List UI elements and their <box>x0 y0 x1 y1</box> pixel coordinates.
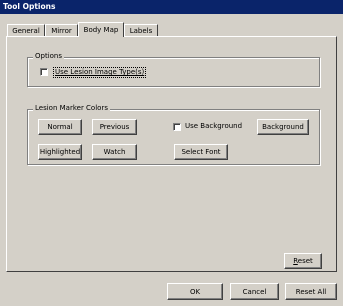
cancel-button[interactable]: Cancel <box>230 283 279 300</box>
lesion-marker-colors-label: Lesion Marker Colors <box>33 104 110 112</box>
reset-all-button[interactable]: Reset All <box>285 283 337 300</box>
reset-button[interactable]: Reset <box>284 253 322 269</box>
use-background-label[interactable]: Use Background <box>185 122 242 131</box>
use-lesion-image-types-checkbox[interactable] <box>40 68 48 76</box>
previous-button[interactable]: Previous <box>92 119 137 135</box>
use-background-checkbox[interactable] <box>173 123 181 131</box>
highlighted-button[interactable]: Highlighted <box>38 144 82 160</box>
select-font-button[interactable]: Select Font <box>174 144 228 160</box>
watch-button[interactable]: Watch <box>92 144 137 160</box>
reset-button-label: Reset <box>293 257 313 265</box>
ok-button[interactable]: OK <box>167 283 223 300</box>
window-title: Tool Options <box>0 0 343 14</box>
tab-body-map[interactable]: Body Map <box>78 22 124 37</box>
options-group-label: Options <box>33 52 65 60</box>
use-lesion-image-types-label[interactable]: Use Lesion Image Type(s) <box>53 67 147 78</box>
background-button[interactable]: Background <box>257 119 309 135</box>
normal-button[interactable]: Normal <box>38 119 82 135</box>
tab-panel-body-map: Options Use Lesion Image Type(s) Lesion … <box>6 36 337 272</box>
